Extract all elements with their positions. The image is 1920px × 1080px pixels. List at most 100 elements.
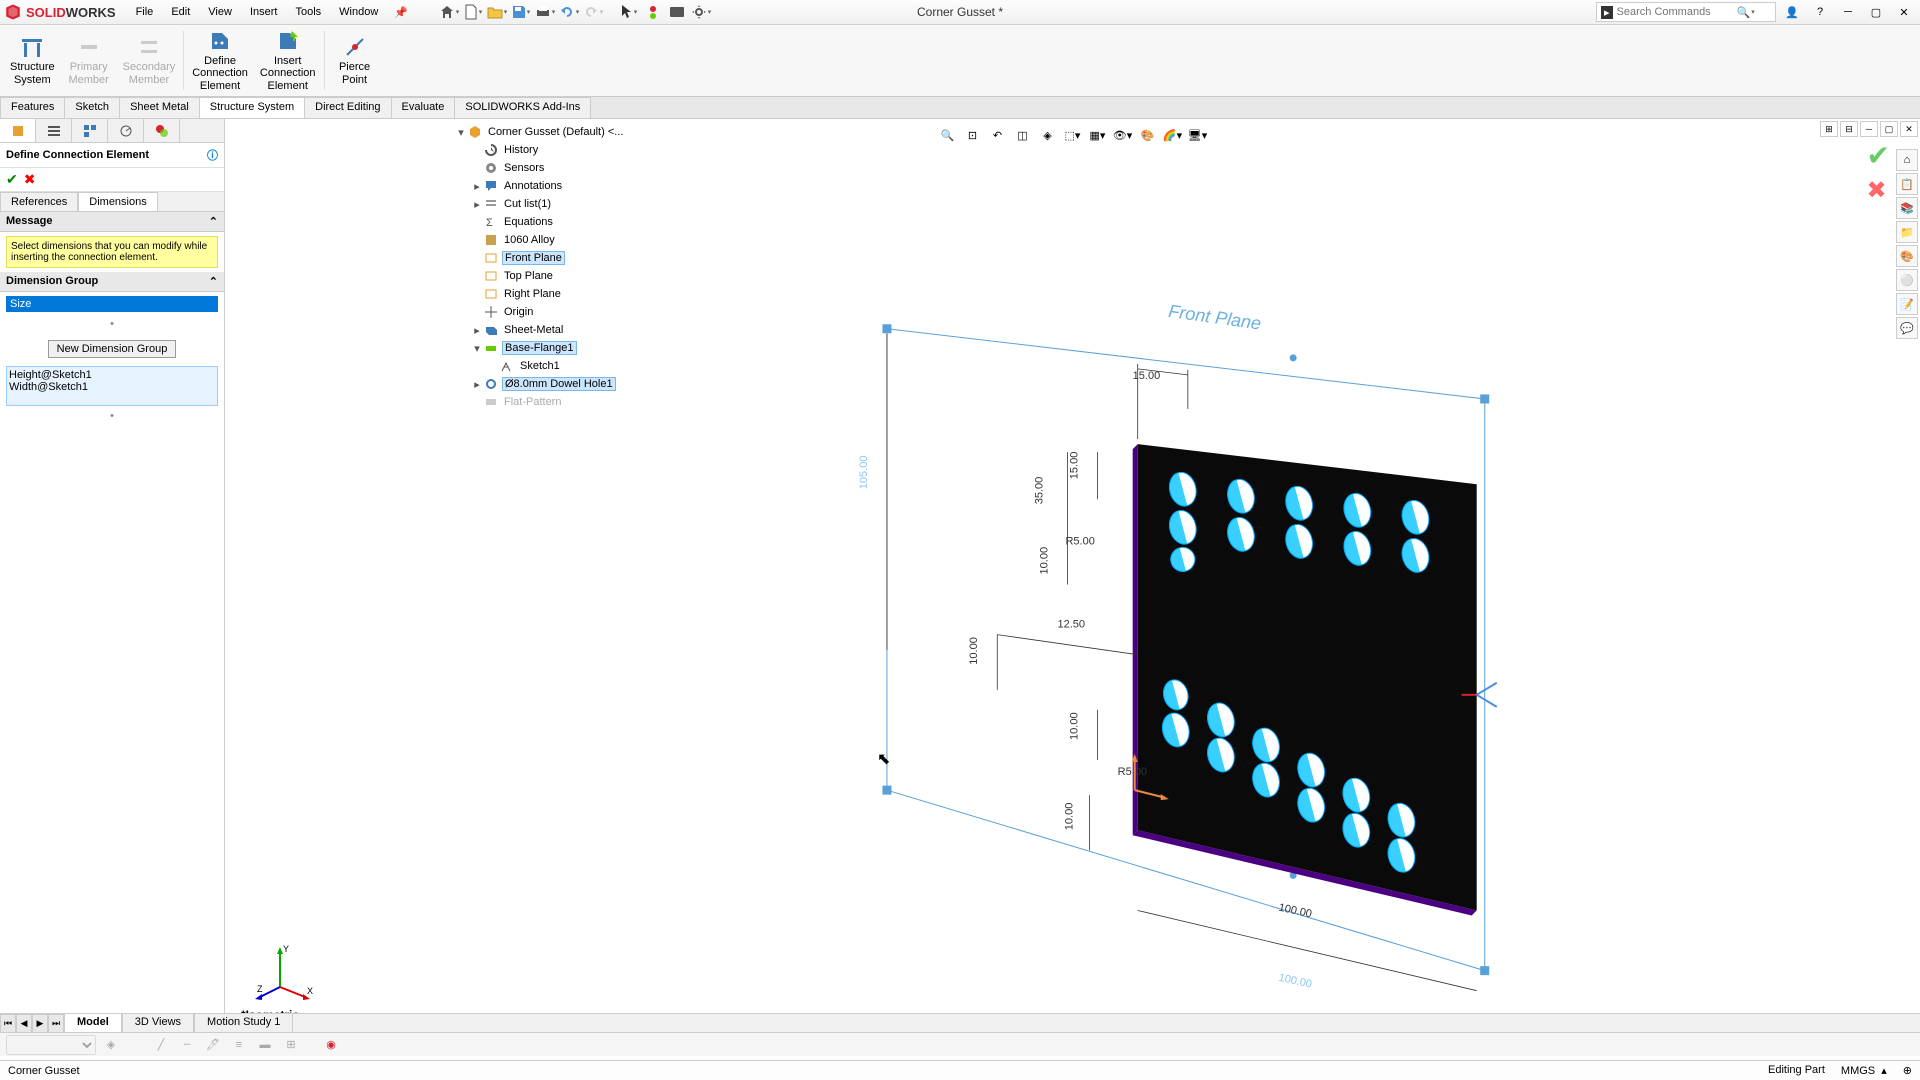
tree-item-history[interactable]: History bbox=[471, 141, 695, 159]
open-icon[interactable]: ▾ bbox=[486, 1, 508, 23]
tree-item-1060-alloy[interactable]: 1060 Alloy bbox=[471, 231, 695, 249]
graphics-ok-button[interactable]: ✔ bbox=[1867, 139, 1890, 172]
doc-expand-button[interactable]: ⊞ bbox=[1820, 121, 1838, 137]
subtab-references[interactable]: References bbox=[0, 192, 78, 211]
bottom-tab-model[interactable]: Model bbox=[64, 1014, 122, 1033]
line-style-icon[interactable]: ╌ bbox=[176, 1035, 198, 1055]
pm-tab-feature[interactable] bbox=[0, 119, 36, 142]
ribbon-pierce-point[interactable]: Pierce Point bbox=[327, 27, 383, 94]
display-style-icon[interactable]: ▦▾ bbox=[1087, 125, 1109, 145]
taskpane-design-library-icon[interactable]: 📚 bbox=[1896, 197, 1918, 219]
section-dimension-group[interactable]: Dimension Group⌃ bbox=[0, 272, 224, 292]
edit-appearance-icon[interactable]: 🎨 bbox=[1137, 125, 1159, 145]
section-message[interactable]: Message⌃ bbox=[0, 212, 224, 232]
tree-item-sensors[interactable]: Sensors bbox=[471, 159, 695, 177]
menu-edit[interactable]: Edit bbox=[163, 3, 198, 21]
pm-tab-dim[interactable] bbox=[108, 119, 144, 142]
tree-item-sketch1[interactable]: Sketch1 bbox=[487, 357, 695, 375]
doc-minimize-button[interactable]: ─ bbox=[1860, 121, 1878, 137]
ribbon-define-connection[interactable]: Define Connection Element bbox=[186, 27, 254, 94]
tree-item-sheet-metal[interactable]: ▸Sheet-Metal bbox=[471, 321, 695, 339]
tab-structure-system[interactable]: Structure System bbox=[199, 97, 305, 118]
dimension-item[interactable]: Height@Sketch1 bbox=[9, 369, 215, 381]
select-icon[interactable]: ▾ bbox=[618, 1, 640, 23]
apply-scene-icon[interactable]: 🌈▾ bbox=[1162, 125, 1184, 145]
minimize-button[interactable]: ─ bbox=[1836, 2, 1860, 22]
dynamic-view-icon[interactable]: ◈ bbox=[1037, 125, 1059, 145]
menu-pin-icon[interactable]: 📌 bbox=[394, 6, 408, 19]
taskpane-appearances-icon[interactable]: ⚪ bbox=[1896, 269, 1918, 291]
line-format-icon[interactable]: ╱ bbox=[150, 1035, 172, 1055]
ribbon-structure-system[interactable]: Structure System bbox=[4, 27, 61, 94]
tab-addins[interactable]: SOLIDWORKS Add-Ins bbox=[454, 97, 591, 118]
layer-select[interactable] bbox=[6, 1035, 96, 1055]
rebuild-icon[interactable] bbox=[642, 1, 664, 23]
pm-tab-property[interactable] bbox=[36, 119, 72, 142]
graphics-area[interactable]: ▾ Corner Gusset (Default) <... HistorySe… bbox=[225, 119, 1920, 1050]
menu-tools[interactable]: Tools bbox=[287, 3, 329, 21]
tree-item--8-0mm-dowel-hole1[interactable]: ▸Ø8.0mm Dowel Hole1 bbox=[471, 375, 695, 393]
doc-collapse-button[interactable]: ⊟ bbox=[1840, 121, 1858, 137]
pm-tab-config[interactable] bbox=[72, 119, 108, 142]
taskpane-file-explorer-icon[interactable]: 📁 bbox=[1896, 221, 1918, 243]
bottom-tab-3dviews[interactable]: 3D Views bbox=[122, 1014, 194, 1033]
tree-item-annotations[interactable]: ▸Annotations bbox=[471, 177, 695, 195]
tree-item-flat-pattern[interactable]: Flat-Pattern bbox=[471, 393, 695, 411]
line-color-icon[interactable]: 🖊 bbox=[202, 1035, 224, 1055]
previous-view-icon[interactable]: ↶ bbox=[987, 125, 1009, 145]
subtab-dimensions[interactable]: Dimensions bbox=[78, 192, 157, 211]
search-commands[interactable]: ▸ 🔍▾ bbox=[1596, 2, 1776, 22]
redo-icon[interactable]: ▾ bbox=[582, 1, 604, 23]
dimension-group-name-input[interactable] bbox=[6, 296, 218, 312]
dimension-item[interactable]: Width@Sketch1 bbox=[9, 381, 215, 393]
home-icon[interactable]: ▾ bbox=[438, 1, 460, 23]
tab-features[interactable]: Features bbox=[0, 97, 65, 118]
save-icon[interactable]: ▾ bbox=[510, 1, 532, 23]
tab-nav-next[interactable]: ▶ bbox=[32, 1014, 48, 1033]
status-custom-icon[interactable]: ⊕ bbox=[1903, 1064, 1912, 1077]
menu-insert[interactable]: Insert bbox=[242, 3, 286, 21]
menu-view[interactable]: View bbox=[200, 3, 240, 21]
zoom-fit-icon[interactable]: 🔍 bbox=[937, 125, 959, 145]
taskpane-custom-props-icon[interactable]: 📝 bbox=[1896, 293, 1918, 315]
dimension-list[interactable]: Height@Sketch1 Width@Sketch1 bbox=[6, 366, 218, 406]
ribbon-insert-connection[interactable]: Insert Connection Element bbox=[254, 27, 322, 94]
tree-root[interactable]: ▾ Corner Gusset (Default) <... bbox=[455, 123, 695, 141]
tab-evaluate[interactable]: Evaluate bbox=[391, 97, 456, 118]
pm-help-icon[interactable]: ⓘ bbox=[207, 147, 218, 163]
section-view-icon[interactable]: ◫ bbox=[1012, 125, 1034, 145]
layer-icon[interactable]: ◈ bbox=[100, 1035, 122, 1055]
search-icon[interactable]: 🔍 bbox=[1737, 6, 1751, 19]
pm-tab-appearance[interactable] bbox=[144, 119, 180, 142]
taskpane-view-palette-icon[interactable]: 🎨 bbox=[1896, 245, 1918, 267]
tab-sheet-metal[interactable]: Sheet Metal bbox=[119, 97, 200, 118]
tree-item-equations[interactable]: ΣEquations bbox=[471, 213, 695, 231]
zoom-area-icon[interactable]: ⊡ bbox=[962, 125, 984, 145]
undo-icon[interactable]: ▾ bbox=[558, 1, 580, 23]
new-dimension-group-button[interactable]: New Dimension Group bbox=[48, 340, 177, 358]
tree-item-front-plane[interactable]: Front Plane bbox=[471, 249, 695, 267]
taskpane-forum-icon[interactable]: 💬 bbox=[1896, 317, 1918, 339]
menu-file[interactable]: File bbox=[128, 3, 162, 21]
tree-item-top-plane[interactable]: Top Plane bbox=[471, 267, 695, 285]
print-icon[interactable]: ▾ bbox=[534, 1, 556, 23]
tree-item-cut-list-1-[interactable]: ▸Cut list(1) bbox=[471, 195, 695, 213]
menu-window[interactable]: Window bbox=[331, 3, 386, 21]
new-icon[interactable]: ▾ bbox=[462, 1, 484, 23]
status-units[interactable]: MMGS ▴ bbox=[1841, 1064, 1887, 1077]
maximize-button[interactable]: ▢ bbox=[1864, 2, 1888, 22]
help-icon[interactable]: ? bbox=[1808, 2, 1832, 22]
settings-icon[interactable]: ▾ bbox=[690, 1, 712, 23]
tab-nav-prev[interactable]: ◀ bbox=[16, 1014, 32, 1033]
options-icon[interactable] bbox=[666, 1, 688, 23]
view-settings-icon[interactable]: 🖥▾ bbox=[1187, 125, 1209, 145]
user-icon[interactable]: 👤 bbox=[1780, 2, 1804, 22]
tab-nav-last[interactable]: ⏭ bbox=[48, 1014, 64, 1033]
graphics-cancel-button[interactable]: ✖ bbox=[1867, 176, 1890, 205]
close-button[interactable]: ✕ bbox=[1892, 2, 1916, 22]
view-orientation-icon[interactable]: ⬚▾ bbox=[1062, 125, 1084, 145]
tree-item-right-plane[interactable]: Right Plane bbox=[471, 285, 695, 303]
hide-show-icon[interactable]: 👁▾ bbox=[1112, 125, 1134, 145]
taskpane-home-icon[interactable]: ⌂ bbox=[1896, 149, 1918, 171]
tree-item-origin[interactable]: Origin bbox=[471, 303, 695, 321]
